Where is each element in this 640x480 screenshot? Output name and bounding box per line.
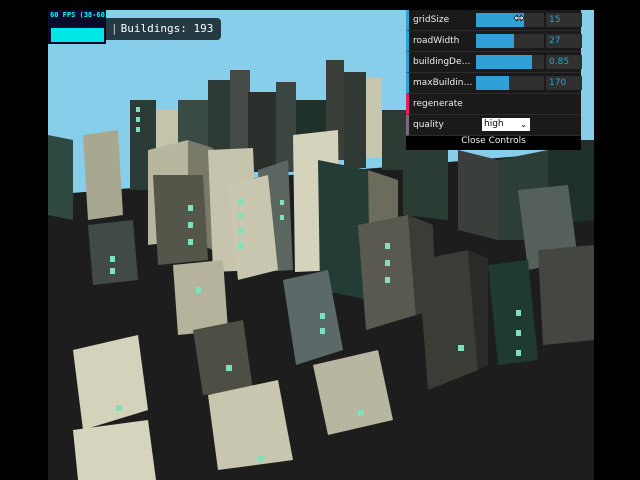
building [382, 110, 406, 170]
fps-readout: 60 FPS (38-60) [50, 11, 110, 19]
building [276, 82, 296, 172]
window [358, 410, 364, 416]
fps-stats-panel[interactable]: 60 FPS (38-60) [48, 10, 110, 44]
gridsize-label: gridSize [413, 15, 450, 25]
control-row-buildingdensity: buildingDensity 0.85 [406, 52, 582, 73]
window [258, 455, 264, 461]
quality-label: quality [413, 120, 444, 130]
roadwidth-slider[interactable] [476, 34, 544, 48]
window [110, 268, 115, 274]
window [320, 313, 325, 319]
control-row-roadwidth: roadWidth 27 [406, 31, 582, 52]
building [230, 70, 250, 160]
maxbuildingheight-slider[interactable] [476, 76, 544, 90]
building [88, 220, 138, 285]
maxbuildingheight-value[interactable]: 170 [546, 76, 582, 90]
building [153, 175, 208, 265]
maxbuildingheight-label: maxBuildingHe... [413, 78, 475, 88]
window [458, 345, 464, 351]
window [385, 277, 390, 283]
window [516, 310, 521, 316]
building [83, 130, 123, 220]
window [238, 228, 243, 234]
building [458, 150, 498, 240]
buildingdensity-slider[interactable] [476, 55, 544, 69]
building-counter: | Buildings: 193 [105, 18, 222, 40]
building-count: 193 [193, 22, 214, 35]
slider-fill [476, 76, 509, 90]
controls-panel: gridSize 15 roadWidth 27 buildingDensity… [406, 10, 582, 150]
roadwidth-value[interactable]: 27 [546, 34, 582, 48]
window [196, 287, 201, 293]
regenerate-button[interactable]: regenerate [406, 94, 581, 115]
slider-fill [476, 55, 533, 69]
window [238, 198, 243, 204]
window [188, 239, 193, 245]
control-row-gridsize: gridSize 15 [406, 10, 582, 31]
building [208, 380, 293, 470]
building [366, 78, 382, 158]
chevron-down-icon: ⌄ [520, 120, 527, 129]
window [385, 260, 390, 266]
gridsize-value[interactable]: 15 [546, 13, 582, 27]
window [136, 117, 140, 122]
window [188, 205, 193, 211]
control-row-maxbuildingheight: maxBuildingHe... 170 [406, 73, 582, 94]
window [280, 200, 284, 205]
gridsize-slider[interactable] [476, 13, 544, 27]
quality-selected-value: high [484, 119, 504, 129]
building-counter-label: Buildings: [120, 22, 187, 35]
window [320, 328, 325, 334]
window [516, 330, 521, 336]
slider-fill [476, 34, 515, 48]
resize-horizontal-icon [513, 14, 525, 22]
building [344, 72, 366, 168]
window [238, 213, 243, 219]
fps-graph [51, 28, 104, 42]
window [280, 215, 284, 220]
close-controls-button[interactable]: Close Controls [406, 136, 581, 150]
building [193, 320, 253, 395]
window [226, 365, 232, 371]
window [110, 256, 115, 262]
building [173, 260, 228, 335]
buildingdensity-value[interactable]: 0.85 [546, 55, 582, 69]
building [418, 250, 478, 390]
window [188, 222, 193, 228]
building [358, 215, 416, 330]
window [136, 107, 140, 112]
building [403, 140, 448, 220]
window [385, 243, 390, 249]
roadwidth-label: roadWidth [413, 36, 460, 46]
quality-select[interactable]: high ⌄ [482, 118, 530, 131]
control-row-quality: quality high ⌄ [406, 115, 581, 136]
building [73, 420, 156, 480]
building [538, 245, 594, 345]
window [116, 405, 122, 411]
window [136, 127, 140, 132]
building [48, 135, 73, 220]
buildingdensity-label: buildingDensity [413, 57, 475, 67]
regenerate-label: regenerate [413, 99, 463, 109]
counter-divider: | [111, 22, 118, 35]
window [516, 350, 521, 356]
window [238, 243, 243, 249]
